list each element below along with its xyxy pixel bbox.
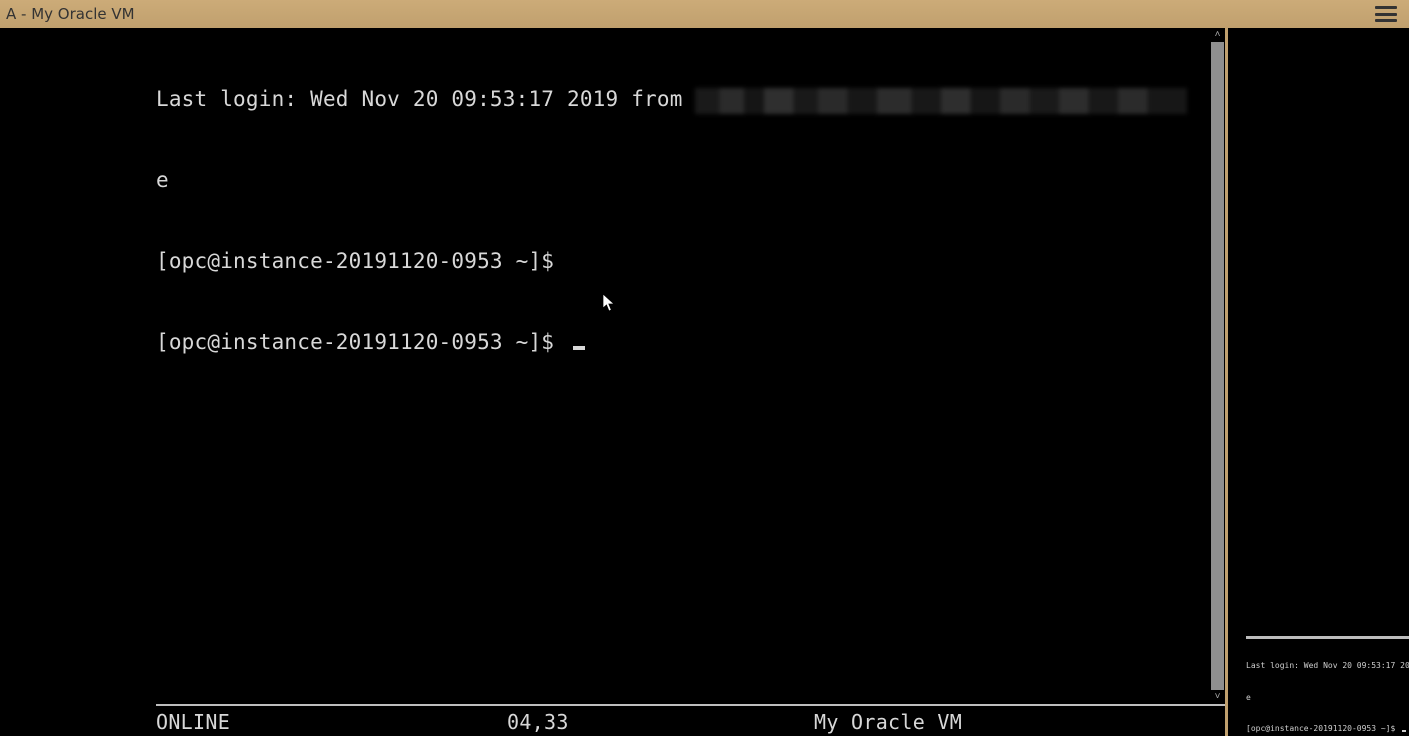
window-title: A - My Oracle VM [0, 5, 135, 23]
preview-title-divider [1246, 636, 1409, 639]
terminal-output[interactable]: Last login: Wed Nov 20 09:53:17 2019 fro… [156, 32, 1225, 410]
status-divider [156, 704, 1225, 706]
terminal-line: e [156, 167, 1225, 194]
status-bar: ONLINE 04,33 My Oracle VM [156, 708, 1225, 736]
main-terminal-pane[interactable]: Last login: Wed Nov 20 09:53:17 2019 fro… [0, 28, 1225, 736]
terminal-text: e [156, 168, 169, 192]
status-connection: ONLINE [156, 710, 230, 734]
preview-prompt: [opc@instance-20191120-0953 ~]$ [1246, 724, 1400, 733]
terminal-cursor [573, 346, 585, 350]
hamburger-menu-button[interactable] [1375, 6, 1397, 22]
terminal-line: [opc@instance-20191120-0953 ~]$ [156, 248, 1225, 275]
terminal-line: Last login: Wed Nov 20 09:53:17 2019 fro… [156, 86, 1225, 113]
scroll-down-arrow-icon[interactable]: ˅ [1210, 690, 1225, 704]
terminal-text: Last login: Wed Nov 20 09:53:17 2019 fro… [156, 87, 695, 111]
status-cursor-position: 04,33 [507, 710, 569, 734]
preview-terminal-output: Last login: Wed Nov 20 09:53:17 20 e [op… [1246, 640, 1409, 736]
status-session-name: My Oracle VM [814, 710, 962, 734]
terminal-prompt: [opc@instance-20191120-0953 ~]$ [156, 330, 567, 354]
terminal-prompt: [opc@instance-20191120-0953 ~]$ [156, 249, 567, 273]
preview-line: e [1246, 693, 1409, 704]
terminal-line: [opc@instance-20191120-0953 ~]$ [156, 329, 1225, 356]
scroll-up-arrow-icon[interactable]: ˄ [1210, 28, 1225, 42]
vertical-scrollbar[interactable]: ˄ ˅ [1210, 28, 1225, 704]
redacted-ip [695, 88, 1187, 114]
hamburger-icon [1375, 6, 1397, 22]
window-titlebar[interactable]: A - My Oracle VM [0, 0, 1409, 28]
preview-line: Last login: Wed Nov 20 09:53:17 20 [1246, 661, 1409, 672]
preview-pane[interactable]: Last login: Wed Nov 20 09:53:17 20 e [op… [1228, 28, 1409, 736]
app-root: A - My Oracle VM Last login: Wed Nov 20 … [0, 0, 1409, 736]
scroll-thumb[interactable] [1211, 42, 1224, 690]
preview-line: [opc@instance-20191120-0953 ~]$ [1246, 724, 1409, 735]
terminal-body: Last login: Wed Nov 20 09:53:17 2019 fro… [0, 28, 1409, 736]
preview-cursor [1402, 730, 1406, 732]
